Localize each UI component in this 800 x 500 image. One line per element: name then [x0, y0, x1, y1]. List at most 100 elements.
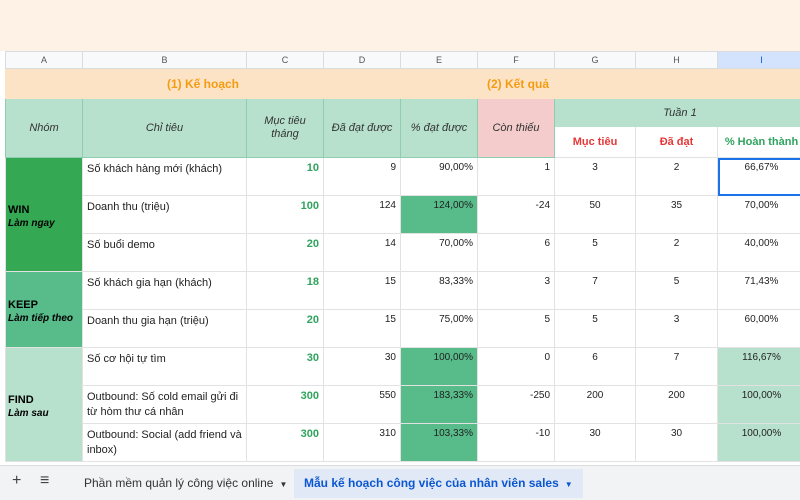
header-week[interactable]: Tuần 1 [554, 98, 800, 127]
target-cell[interactable]: 300 [246, 385, 324, 424]
week-pct-cell[interactable]: 100,00% [717, 423, 800, 462]
pct-cell[interactable]: 83,33% [400, 271, 478, 310]
achieved-cell[interactable]: 15 [323, 271, 401, 310]
week-target-cell[interactable]: 7 [554, 271, 636, 310]
achieved-cell[interactable]: 30 [323, 347, 401, 386]
header-week-done[interactable]: Đã đạt [635, 126, 718, 158]
header-group[interactable]: Nhóm [5, 98, 83, 158]
section-result[interactable]: (2) Kết quả [400, 68, 636, 99]
week-pct-cell[interactable]: 100,00% [717, 385, 800, 424]
pct-cell[interactable]: 183,33% [400, 385, 478, 424]
achieved-cell[interactable]: 310 [323, 423, 401, 462]
header-remaining[interactable]: Còn thiếu [477, 98, 555, 158]
week-target-cell[interactable]: 5 [554, 309, 636, 348]
target-cell[interactable]: 20 [246, 309, 324, 348]
week-pct-cell-selected[interactable]: 66,67% [717, 157, 800, 196]
indicator-cell[interactable]: Doanh thu (triệu) [82, 195, 247, 234]
remaining-cell[interactable]: 1 [477, 157, 555, 196]
week-target-cell[interactable]: 6 [554, 347, 636, 386]
group-keep[interactable]: KEEP Làm tiếp theo [5, 271, 83, 348]
week-pct-cell[interactable]: 40,00% [717, 233, 800, 272]
sheet-tab-software[interactable]: Phần mềm quản lý công việc online ▼ [74, 469, 297, 498]
week-done-cell[interactable]: 35 [635, 195, 718, 234]
spreadsheet-grid[interactable]: A B C D E F G H I (1) Kế hoạch (2) Kết q… [5, 51, 800, 465]
remaining-cell[interactable]: -10 [477, 423, 555, 462]
column-header-f[interactable]: F [477, 51, 555, 69]
column-header-b[interactable]: B [82, 51, 247, 69]
indicator-cell[interactable]: Số buổi demo [82, 233, 247, 272]
week-done-cell[interactable]: 7 [635, 347, 718, 386]
header-week-target[interactable]: Mục tiêu [554, 126, 636, 158]
column-header-e[interactable]: E [400, 51, 478, 69]
achieved-cell[interactable]: 15 [323, 309, 401, 348]
header-week-pct[interactable]: % Hoàn thành [717, 126, 800, 158]
indicator-cell[interactable]: Số cơ hội tự tìm [82, 347, 247, 386]
group-find[interactable]: FIND Làm sau [5, 347, 83, 462]
week-pct-cell[interactable]: 71,43% [717, 271, 800, 310]
indicator-cell[interactable]: Số khách hàng mới (khách) [82, 157, 247, 196]
target-cell[interactable]: 18 [246, 271, 324, 310]
header-monthly-target[interactable]: Mục tiêu tháng [246, 98, 324, 158]
week-pct-cell[interactable]: 70,00% [717, 195, 800, 234]
column-header-h[interactable]: H [635, 51, 718, 69]
header-achieved[interactable]: Đã đạt được [323, 98, 401, 158]
indicator-cell[interactable]: Số khách gia hạn (khách) [82, 271, 247, 310]
indicator-cell[interactable]: Outbound: Số cold email gửi đi từ hòm th… [82, 385, 247, 424]
column-header-d[interactable]: D [323, 51, 401, 69]
achieved-cell[interactable]: 9 [323, 157, 401, 196]
achieved-cell[interactable]: 124 [323, 195, 401, 234]
pct-cell[interactable]: 100,00% [400, 347, 478, 386]
indicator-cell[interactable]: Doanh thu gia hạn (triệu) [82, 309, 247, 348]
header-pct-achieved[interactable]: % đạt được [400, 98, 478, 158]
week-pct-cell[interactable]: 116,67% [717, 347, 800, 386]
pct-cell[interactable]: 103,33% [400, 423, 478, 462]
achieved-cell[interactable]: 550 [323, 385, 401, 424]
achieved-cell[interactable]: 14 [323, 233, 401, 272]
week-target-cell[interactable]: 3 [554, 157, 636, 196]
target-cell[interactable]: 100 [246, 195, 324, 234]
target-cell[interactable]: 300 [246, 423, 324, 462]
week-target-cell[interactable]: 5 [554, 233, 636, 272]
header-indicator[interactable]: Chỉ tiêu [82, 98, 247, 158]
pct-cell[interactable]: 75,00% [400, 309, 478, 348]
table-row: KEEP Làm tiếp theo Số khách gia hạn (khá… [5, 271, 800, 348]
sheet-tab-sales-plan[interactable]: Mẫu kế hoạch công việc của nhân viên sal… [294, 469, 583, 498]
column-header-g[interactable]: G [554, 51, 636, 69]
chevron-down-icon[interactable]: ▼ [279, 480, 287, 489]
target-cell[interactable]: 20 [246, 233, 324, 272]
remaining-cell[interactable]: -250 [477, 385, 555, 424]
remaining-cell[interactable]: 0 [477, 347, 555, 386]
week-target-cell[interactable]: 30 [554, 423, 636, 462]
all-sheets-menu-icon[interactable]: ≡ [40, 472, 49, 490]
table-row: Outbound: Số cold email gửi đi từ hòm th… [6, 385, 800, 424]
week-pct-cell[interactable]: 60,00% [717, 309, 800, 348]
pct-cell[interactable]: 70,00% [400, 233, 478, 272]
section-blank[interactable] [635, 68, 800, 99]
week-done-cell[interactable]: 3 [635, 309, 718, 348]
sheet-tab-label: Mẫu kế hoạch công việc của nhân viên sal… [304, 476, 559, 490]
week-target-cell[interactable]: 50 [554, 195, 636, 234]
week-done-cell[interactable]: 30 [635, 423, 718, 462]
target-cell[interactable]: 30 [246, 347, 324, 386]
target-cell[interactable]: 10 [246, 157, 324, 196]
remaining-cell[interactable]: 6 [477, 233, 555, 272]
column-header-i[interactable]: I [717, 51, 800, 69]
group-win[interactable]: WIN Làm ngay [5, 157, 83, 272]
indicator-cell[interactable]: Outbound: Social (add friend và inbox) [82, 423, 247, 462]
week-target-cell[interactable]: 200 [554, 385, 636, 424]
column-header-c[interactable]: C [246, 51, 324, 69]
chevron-down-icon[interactable]: ▼ [565, 480, 573, 489]
remaining-cell[interactable]: -24 [477, 195, 555, 234]
week-done-cell[interactable]: 5 [635, 271, 718, 310]
week-done-cell[interactable]: 200 [635, 385, 718, 424]
remaining-cell[interactable]: 3 [477, 271, 555, 310]
column-header-a[interactable]: A [5, 51, 83, 69]
remaining-cell[interactable]: 5 [477, 309, 555, 348]
group-sub: Làm ngay [8, 218, 55, 229]
add-sheet-button[interactable]: + [12, 472, 21, 490]
pct-cell[interactable]: 124,00% [400, 195, 478, 234]
week-done-cell[interactable]: 2 [635, 157, 718, 196]
pct-cell[interactable]: 90,00% [400, 157, 478, 196]
section-plan[interactable]: (1) Kế hoạch [5, 68, 401, 99]
week-done-cell[interactable]: 2 [635, 233, 718, 272]
